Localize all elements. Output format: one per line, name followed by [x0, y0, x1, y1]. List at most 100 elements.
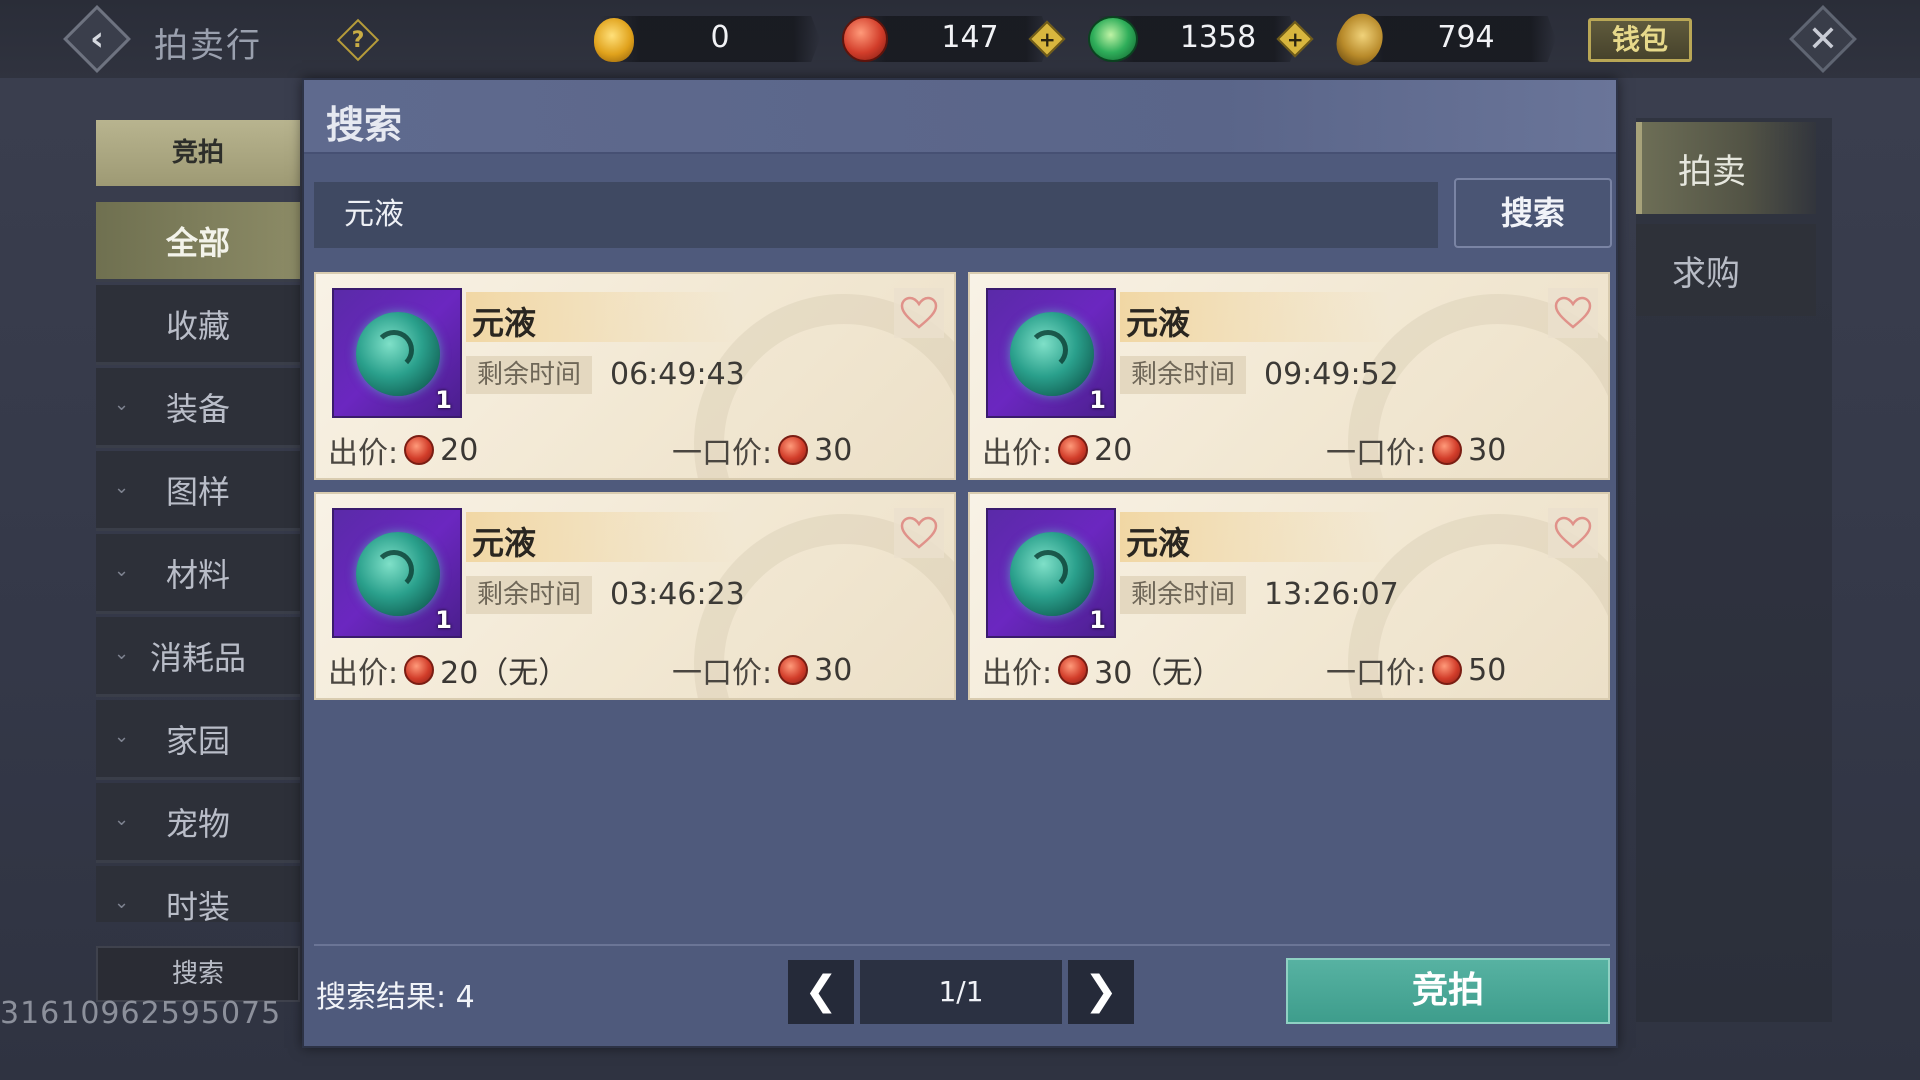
buyout-price-label: 一口价:	[1326, 436, 1427, 471]
panel-title: 搜索	[326, 103, 403, 147]
green-jade-icon	[1088, 16, 1138, 62]
favorite-heart-icon[interactable]	[1548, 288, 1598, 338]
buyout-price-label: 一口价:	[1326, 656, 1427, 691]
page-indicator: 1/1	[860, 960, 1062, 1024]
bid-button[interactable]: 竞拍	[1286, 958, 1610, 1024]
item-name: 元液	[472, 304, 537, 342]
category-item-favorites[interactable]: 收藏	[96, 285, 300, 365]
panel-header: 搜索	[304, 80, 1616, 154]
time-remaining-label: 剩余时间	[466, 576, 592, 614]
buyout-price-row: 一口价: 30	[1326, 428, 1506, 472]
chevron-down-icon: ⌄	[114, 726, 130, 747]
red-jade-icon	[1058, 655, 1089, 685]
wallet-button[interactable]: 钱包	[1588, 18, 1692, 62]
tab-auction[interactable]: 拍卖	[1636, 122, 1816, 214]
help-icon[interactable]: ?	[336, 18, 380, 62]
buyout-price-row: 一口价: 50	[1326, 648, 1506, 692]
sidebar-tab-bid[interactable]: 竞拍	[96, 120, 300, 186]
category-label: 材料	[165, 555, 230, 594]
buyout-price-row: 一口价: 30	[672, 648, 852, 692]
chevron-left-icon: ❮	[804, 968, 838, 1014]
chevron-down-icon: ⌄	[114, 477, 130, 498]
category-item-all[interactable]: 全部	[96, 202, 300, 282]
plus-icon: +	[1286, 26, 1304, 51]
user-id: 31610962595075	[0, 996, 282, 1031]
red-jade-icon	[404, 435, 435, 465]
category-item-pets[interactable]: ⌄ 宠物	[96, 783, 300, 863]
item-quantity: 1	[1089, 386, 1106, 414]
buyout-price-value: 50	[1468, 652, 1507, 688]
chevron-down-icon: ⌄	[114, 892, 130, 913]
bid-price-label: 出价:	[982, 436, 1053, 471]
chevron-down-icon: ⌄	[114, 560, 130, 581]
listing-card[interactable]: 1 元液 剩余时间 03:46:23 出价: 20（无） 一口价: 30	[314, 492, 956, 700]
buyout-price-label: 一口价:	[672, 436, 773, 471]
item-quantity: 1	[435, 606, 452, 634]
bid-price-label: 出价:	[982, 656, 1053, 691]
close-icon: ✕	[1807, 18, 1839, 60]
red-jade-icon	[778, 435, 809, 465]
item-icon[interactable]: 1	[332, 508, 462, 638]
result-count-label: 搜索结果:	[316, 980, 447, 1015]
category-item-fashion[interactable]: ⌄ 时装	[96, 866, 300, 922]
item-icon[interactable]: 1	[986, 288, 1116, 418]
item-quantity: 1	[435, 386, 452, 414]
footer-divider	[314, 944, 1610, 946]
back-button[interactable]: ‹	[63, 5, 131, 73]
currency-gold-value: 0	[710, 20, 730, 55]
buyout-price-value: 30	[1468, 432, 1507, 468]
time-remaining-value: 09:49:52	[1264, 357, 1399, 392]
favorite-heart-icon[interactable]	[894, 288, 944, 338]
listing-card[interactable]: 1 元液 剩余时间 09:49:52 出价: 20 一口价: 30	[968, 272, 1610, 480]
time-remaining-value: 06:49:43	[610, 357, 745, 392]
prev-page-button[interactable]: ❮	[788, 960, 854, 1024]
category-label: 收藏	[165, 306, 230, 345]
item-icon[interactable]: 1	[332, 288, 462, 418]
item-name: 元液	[1126, 304, 1191, 342]
item-icon[interactable]: 1	[986, 508, 1116, 638]
category-item-patterns[interactable]: ⌄ 图样	[96, 451, 300, 531]
category-item-home[interactable]: ⌄ 家园	[96, 700, 300, 780]
close-button[interactable]: ✕	[1789, 5, 1857, 73]
tab-purchase-request[interactable]: 求购	[1636, 224, 1816, 316]
orb-swirl	[1028, 550, 1068, 590]
favorite-heart-icon[interactable]	[894, 508, 944, 558]
sidebar-search-button[interactable]: 搜索	[96, 946, 300, 1002]
buyout-price-label: 一口价:	[672, 656, 773, 691]
bid-price-value: 20（无）	[440, 656, 569, 691]
category-item-consumables[interactable]: ⌄ 消耗品	[96, 617, 300, 697]
time-remaining-value: 13:26:07	[1264, 577, 1399, 612]
mode-tabs: 拍卖 求购	[1636, 118, 1832, 1022]
category-item-materials[interactable]: ⌄ 材料	[96, 534, 300, 614]
buyout-price-value: 30	[814, 432, 853, 468]
bid-price-label: 出价:	[328, 656, 399, 691]
currency-red-jade-value: 147	[941, 20, 999, 55]
next-page-button[interactable]: ❯	[1068, 960, 1134, 1024]
favorite-heart-icon[interactable]	[1548, 508, 1598, 558]
listing-card[interactable]: 1 元液 剩余时间 13:26:07 出价: 30（无） 一口价: 50	[968, 492, 1610, 700]
chevron-down-icon: ⌄	[114, 809, 130, 830]
chevron-down-icon: ⌄	[114, 394, 130, 415]
buyout-price-row: 一口价: 30	[672, 428, 852, 472]
top-bar: ‹ 拍卖行 ? 0 147 + 1358 + 794 钱包 ✕	[0, 0, 1920, 78]
search-result-count: 搜索结果: 4	[316, 972, 475, 1016]
time-remaining-label: 剩余时间	[466, 356, 592, 394]
red-jade-icon	[1058, 435, 1089, 465]
item-quantity: 1	[1089, 606, 1106, 634]
listing-card[interactable]: 1 元液 剩余时间 06:49:43 出价: 20 一口价: 30	[314, 272, 956, 480]
search-panel: 搜索 元液 搜索 1 元液 剩余时间 06:49:43 出价: 20 一口价: …	[302, 78, 1618, 1048]
search-button[interactable]: 搜索	[1454, 178, 1612, 248]
bid-price-row: 出价: 20	[982, 428, 1132, 472]
orb-swirl	[374, 330, 414, 370]
category-list[interactable]: 全部 收藏 ⌄ 装备 ⌄ 图样 ⌄ 材料 ⌄ 消耗品 ⌄ 家园 ⌄ 宠物 ⌄ 时…	[96, 202, 300, 922]
red-jade-icon	[1432, 655, 1463, 685]
search-input[interactable]: 元液	[314, 182, 1438, 248]
page-title: 拍卖行	[154, 26, 262, 66]
category-label: 家园	[165, 721, 230, 760]
category-item-equipment[interactable]: ⌄ 装备	[96, 368, 300, 448]
category-label: 装备	[165, 389, 230, 428]
orb-swirl	[374, 550, 414, 590]
time-remaining-label: 剩余时间	[1120, 356, 1246, 394]
bid-price-value: 20	[440, 432, 479, 468]
category-label: 消耗品	[149, 638, 246, 677]
